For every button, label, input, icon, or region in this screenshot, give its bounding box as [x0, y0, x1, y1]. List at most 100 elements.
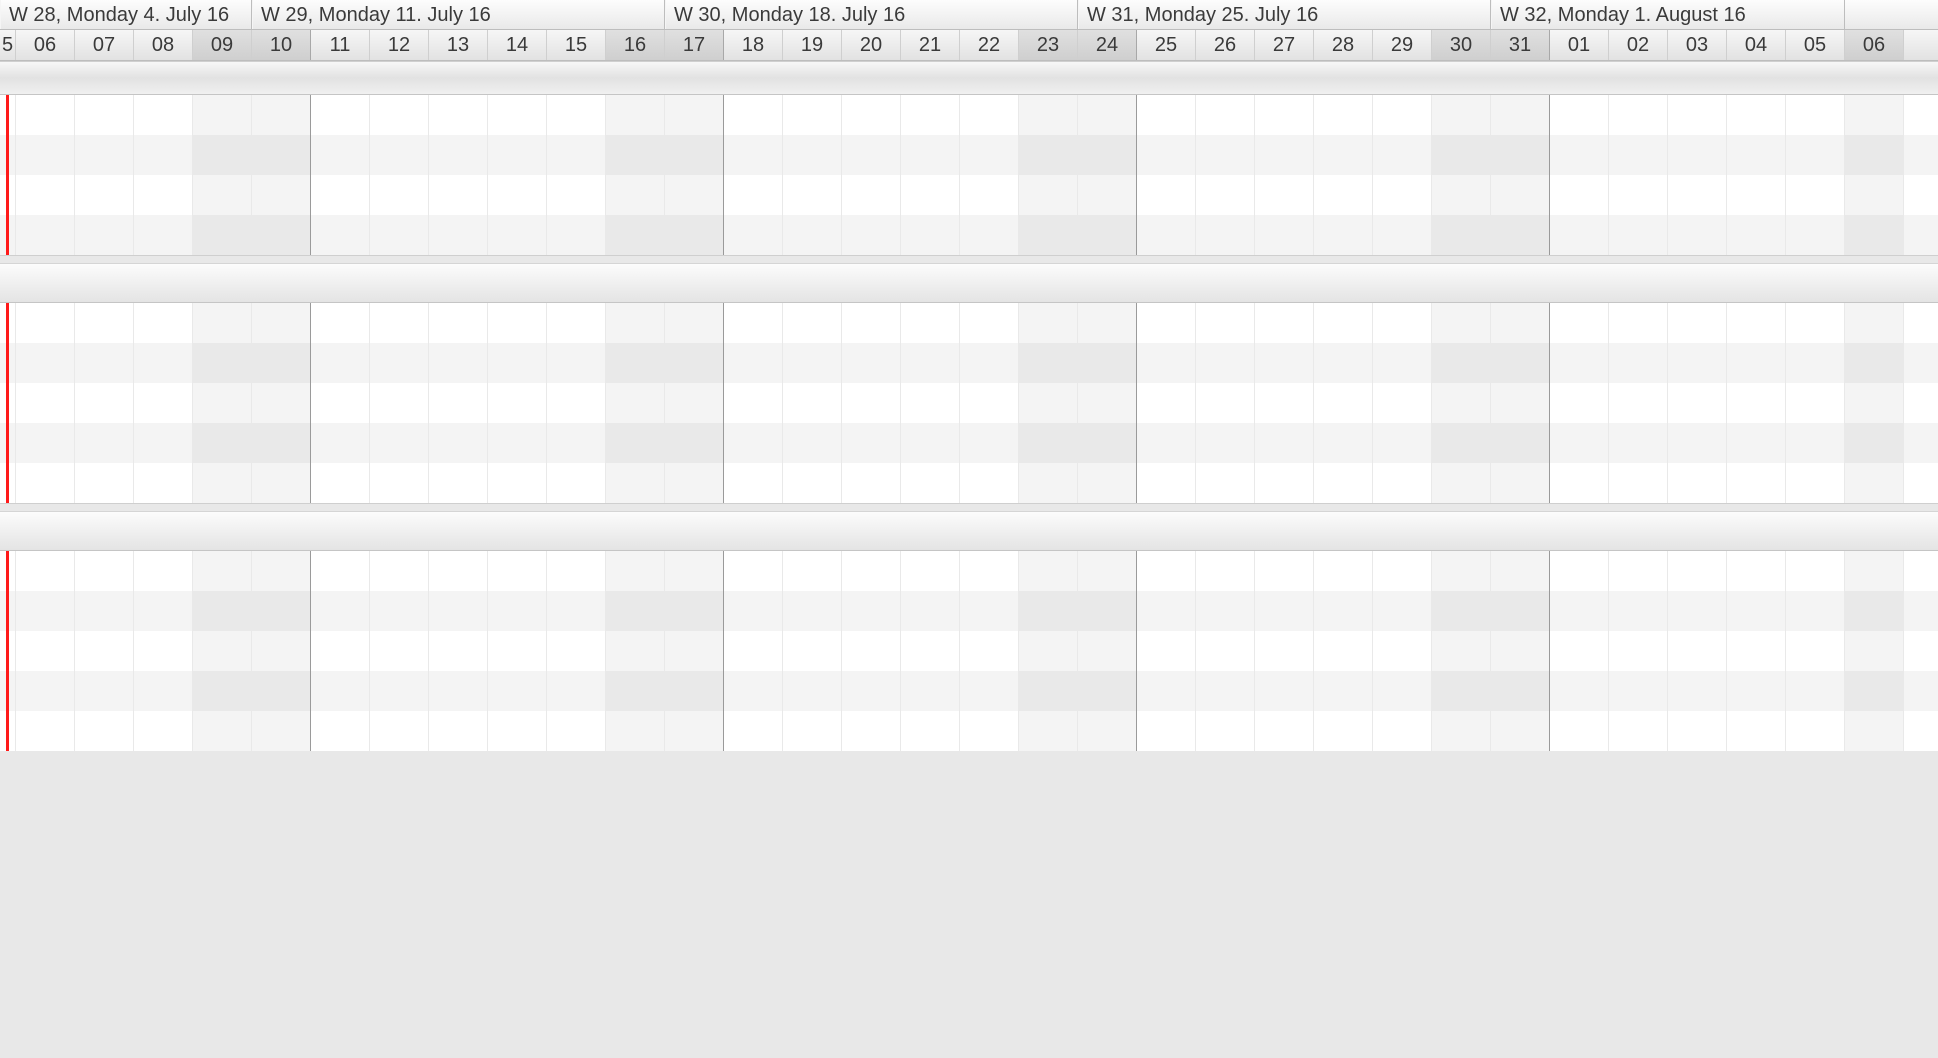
day-header-cell[interactable]: 16 — [606, 30, 665, 60]
day-header-cell[interactable]: 04 — [1727, 30, 1786, 60]
section-divider — [0, 503, 1938, 511]
day-header-cell[interactable]: 17 — [665, 30, 724, 60]
gantt-day-column — [1078, 303, 1137, 503]
day-header-cell[interactable]: 08 — [134, 30, 193, 60]
gantt-day-column — [547, 303, 606, 503]
gantt-day-column — [606, 95, 665, 255]
gantt-day-column — [134, 95, 193, 255]
gantt-grid[interactable] — [0, 95, 1938, 255]
day-header-cell[interactable]: 22 — [960, 30, 1019, 60]
day-header-cell[interactable]: 10 — [252, 30, 311, 60]
gantt-day-column — [1550, 95, 1609, 255]
day-header-cell[interactable]: 28 — [1314, 30, 1373, 60]
gantt-day-column — [842, 303, 901, 503]
day-header-cell[interactable]: 07 — [75, 30, 134, 60]
day-header-cell[interactable]: 23 — [1019, 30, 1078, 60]
gantt-day-column — [488, 551, 547, 751]
day-header-cell[interactable]: 25 — [1137, 30, 1196, 60]
day-header-cell[interactable]: 19 — [783, 30, 842, 60]
gantt-day-column — [665, 95, 724, 255]
gantt-day-column — [1609, 95, 1668, 255]
gantt-day-column — [429, 551, 488, 751]
day-header-cell[interactable]: 13 — [429, 30, 488, 60]
day-header-cell[interactable]: 31 — [1491, 30, 1550, 60]
gantt-day-column — [1550, 303, 1609, 503]
day-header-cell[interactable]: 14 — [488, 30, 547, 60]
gantt-day-column — [429, 95, 488, 255]
gantt-day-column — [901, 551, 960, 751]
gantt-day-column — [1432, 95, 1491, 255]
day-header-cell[interactable]: 27 — [1255, 30, 1314, 60]
gantt-day-column — [311, 95, 370, 255]
gantt-day-column — [1196, 95, 1255, 255]
group-header-band[interactable] — [0, 263, 1938, 303]
gantt-day-column — [16, 303, 75, 503]
gantt-day-column — [193, 95, 252, 255]
gantt-day-column — [193, 551, 252, 751]
day-header-cell[interactable]: 05 — [1786, 30, 1845, 60]
gantt-day-column — [1491, 303, 1550, 503]
week-header-cell[interactable]: W 29, Monday 11. July 16 — [252, 0, 665, 29]
day-header-cell[interactable]: 01 — [1550, 30, 1609, 60]
gantt-day-column — [1609, 551, 1668, 751]
week-header-cell[interactable]: W 30, Monday 18. July 16 — [665, 0, 1078, 29]
gantt-day-column — [1137, 551, 1196, 751]
day-header-cell[interactable]: 06 — [16, 30, 75, 60]
day-header-cell[interactable]: 02 — [1609, 30, 1668, 60]
gantt-day-column — [1255, 551, 1314, 751]
day-header-cell[interactable]: 29 — [1373, 30, 1432, 60]
gantt-day-column — [547, 95, 606, 255]
gantt-day-column — [252, 551, 311, 751]
week-header-cell[interactable]: W 31, Monday 25. July 16 — [1078, 0, 1491, 29]
gantt-day-column — [724, 551, 783, 751]
week-header-cell[interactable]: W 32, Monday 1. August 16 — [1491, 0, 1845, 29]
day-header-cell[interactable]: 06 — [1845, 30, 1904, 60]
gantt-day-column — [1550, 551, 1609, 751]
gantt-day-column — [1845, 551, 1904, 751]
gantt-day-column — [1078, 95, 1137, 255]
gantt-grid[interactable] — [0, 303, 1938, 503]
gantt-day-column — [665, 551, 724, 751]
gantt-day-column — [1786, 551, 1845, 751]
gantt-day-column — [960, 303, 1019, 503]
day-header-cell[interactable]: 12 — [370, 30, 429, 60]
gantt-day-column — [488, 95, 547, 255]
gantt-day-column — [1314, 95, 1373, 255]
timeline-header: W 28, Monday 4. July 16W 29, Monday 11. … — [0, 0, 1938, 61]
day-header-row: 5060708091011121314151617181920212223242… — [0, 30, 1938, 61]
gantt-day-column — [16, 95, 75, 255]
gantt-day-column — [1019, 303, 1078, 503]
week-header-cell[interactable]: W 28, Monday 4. July 16 — [0, 0, 252, 29]
day-header-cell[interactable]: 11 — [311, 30, 370, 60]
gantt-day-column — [1432, 551, 1491, 751]
gantt-day-column — [1845, 303, 1904, 503]
gantt-day-column — [370, 551, 429, 751]
gantt-day-column — [1373, 95, 1432, 255]
gantt-day-column — [606, 303, 665, 503]
gantt-day-column — [1196, 303, 1255, 503]
gantt-day-column — [311, 303, 370, 503]
gantt-day-column — [1668, 95, 1727, 255]
day-header-cell[interactable]: 5 — [0, 30, 16, 60]
group-header-band[interactable] — [0, 511, 1938, 551]
gantt-day-column — [1491, 551, 1550, 751]
day-header-cell[interactable]: 03 — [1668, 30, 1727, 60]
gantt-day-column — [1727, 303, 1786, 503]
gantt-day-column — [134, 303, 193, 503]
day-header-cell[interactable]: 30 — [1432, 30, 1491, 60]
gantt-day-column — [1314, 551, 1373, 751]
today-marker — [6, 95, 9, 255]
gantt-day-column — [311, 551, 370, 751]
day-header-cell[interactable]: 24 — [1078, 30, 1137, 60]
day-header-cell[interactable]: 20 — [842, 30, 901, 60]
day-header-cell[interactable]: 15 — [547, 30, 606, 60]
gantt-day-column — [488, 303, 547, 503]
day-header-cell[interactable]: 26 — [1196, 30, 1255, 60]
gantt-day-column — [960, 95, 1019, 255]
gantt-day-column — [1255, 95, 1314, 255]
day-header-cell[interactable]: 18 — [724, 30, 783, 60]
gantt-grid[interactable] — [0, 551, 1938, 751]
day-header-cell[interactable]: 21 — [901, 30, 960, 60]
day-header-cell[interactable]: 09 — [193, 30, 252, 60]
gantt-day-column — [75, 303, 134, 503]
